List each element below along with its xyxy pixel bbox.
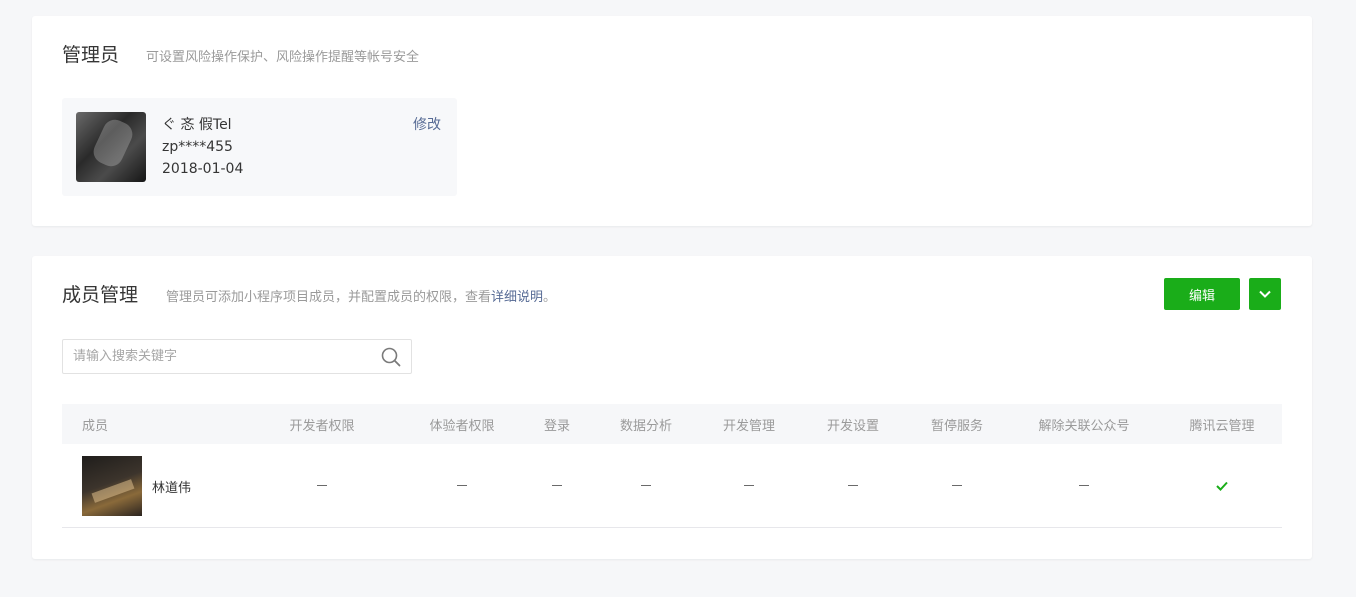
admin-nickname: ぐ 忞 假Tel (162, 117, 232, 133)
dash-icon (848, 485, 858, 486)
column-tencent-cloud: 腾讯云管理 (1189, 418, 1255, 434)
edit-button[interactable]: 编辑 (1164, 278, 1240, 310)
dash-icon (552, 485, 562, 486)
column-dev-settings: 开发设置 (826, 418, 879, 434)
dash-icon (952, 485, 962, 486)
admin-title: 管理员 (62, 44, 120, 66)
chevron-down-icon (1259, 290, 1271, 298)
check-icon (1216, 481, 1228, 491)
cell-login (527, 444, 587, 527)
members-description-text: 管理员可添加小程序项目成员，并配置成员的权限，查看 (166, 290, 492, 305)
admin-card: 管理员 可设置风险操作保护、风险操作提醒等帐号安全 ぐ 忞 假Tel zp***… (32, 16, 1312, 226)
column-pause-service: 暂停服务 (930, 418, 983, 434)
dash-icon (641, 485, 651, 486)
column-tester: 体验者权限 (429, 418, 495, 434)
column-member: 成员 (82, 418, 109, 434)
member-avatar (82, 456, 142, 516)
search-icon[interactable] (381, 347, 401, 367)
members-table: 成员 开发者权限 体验者权限 登录 数据分析 开发管理 开发设置 暂停服务 解除… (62, 404, 1282, 528)
cell-developer (262, 444, 382, 527)
admin-avatar (76, 112, 146, 182)
details-link[interactable]: 详细说明 (491, 290, 543, 305)
column-dev-management: 开发管理 (722, 418, 775, 434)
column-analytics: 数据分析 (619, 418, 672, 434)
members-title: 成员管理 (62, 284, 139, 306)
cell-tencent-cloud (1162, 444, 1282, 527)
search-box (62, 339, 412, 374)
cell-pause-service (913, 444, 1001, 527)
members-card: 成员管理 管理员可添加小程序项目成员，并配置成员的权限，查看详细说明。 编辑 成… (32, 256, 1312, 559)
cell-dev-settings (809, 444, 897, 527)
dash-icon (317, 485, 327, 486)
admin-description: 可设置风险操作保护、风险操作提醒等帐号安全 (146, 50, 420, 65)
dash-icon (744, 485, 754, 486)
admin-edit-link[interactable]: 修改 (413, 114, 441, 136)
admin-account: zp****455 (162, 139, 233, 155)
cell-dev-management (705, 444, 793, 527)
members-description: 管理员可添加小程序项目成员，并配置成员的权限，查看详细说明。 (166, 286, 556, 305)
table-header: 成员 开发者权限 体验者权限 登录 数据分析 开发管理 开发设置 暂停服务 解除… (62, 404, 1282, 444)
table-row: 林道伟 (62, 444, 1282, 528)
dropdown-button[interactable] (1249, 278, 1281, 310)
cell-analytics (602, 444, 690, 527)
cell-tester (402, 444, 522, 527)
column-login: 登录 (543, 418, 570, 434)
search-input[interactable] (63, 340, 373, 373)
dash-icon (457, 485, 467, 486)
column-unlink-account: 解除关联公众号 (1038, 418, 1130, 434)
admin-date: 2018-01-04 (162, 161, 244, 177)
cell-unlink-account (1024, 444, 1144, 527)
column-developer: 开发者权限 (289, 418, 355, 434)
admin-info-box: ぐ 忞 假Tel zp****455 2018-01-04 修改 (62, 98, 457, 196)
admin-details: ぐ 忞 假Tel zp****455 2018-01-04 (162, 114, 243, 180)
members-description-suffix: 。 (543, 290, 557, 305)
member-name: 林道伟 (152, 480, 192, 496)
dash-icon (1079, 485, 1089, 486)
member-cell: 林道伟 (82, 456, 191, 516)
